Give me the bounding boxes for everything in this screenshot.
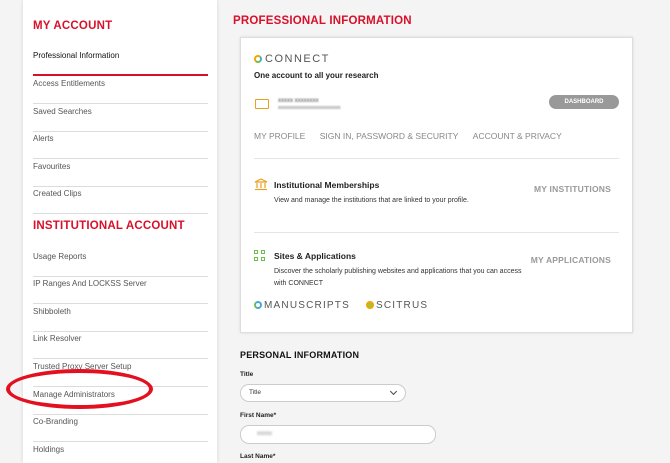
sidebar-item-link-resolver[interactable]: Link Resolver: [33, 332, 208, 359]
sidebar-item-access-entitlements[interactable]: Access Entitlements: [33, 77, 208, 104]
connect-tagline: One account to all your research: [254, 71, 379, 80]
my-applications-link[interactable]: MY APPLICATIONS: [531, 255, 611, 265]
sidebar-item-professional-information[interactable]: Professional Information: [33, 49, 208, 76]
sidebar-item-usage-reports[interactable]: Usage Reports: [33, 250, 208, 277]
profile-tabs: MY PROFILE SIGN IN, PASSWORD & SECURITY …: [254, 131, 574, 141]
my-institutions-link[interactable]: MY INSTITUTIONS: [534, 184, 611, 194]
institutional-account-heading: INSTITUTIONAL ACCOUNT: [33, 220, 185, 232]
sidebar-item-shibboleth[interactable]: Shibboleth: [33, 305, 208, 332]
page-title: PROFESSIONAL INFORMATION: [233, 15, 412, 27]
manuscripts-icon: [254, 301, 262, 309]
id-card-icon: [255, 99, 269, 109]
sidebar-item-saved-searches[interactable]: Saved Searches: [33, 105, 208, 132]
last-name-label: Last Name*: [240, 453, 276, 460]
sites-desc: Discover the scholarly publishing websit…: [274, 268, 522, 287]
scitrus-logo[interactable]: SCITRUS: [365, 300, 428, 311]
personal-info-heading: PERSONAL INFORMATION: [240, 350, 360, 360]
scitrus-icon: [365, 301, 374, 309]
connect-card: CONNECT One account to all your research…: [240, 37, 633, 333]
sidebar-item-co-branding[interactable]: Co-Branding: [33, 415, 208, 442]
first-name-redacted: xxxxx: [257, 431, 272, 437]
divider: [254, 232, 619, 233]
apps-grid-icon: [254, 250, 266, 262]
sites-title: Sites & Applications: [274, 251, 356, 261]
user-name-redacted: xxxxx xxxxxxxx: [278, 98, 319, 104]
tab-sign-in-security[interactable]: SIGN IN, PASSWORD & SECURITY: [320, 131, 459, 141]
first-name-label: First Name*: [240, 412, 277, 419]
memberships-title: Institutional Memberships: [274, 180, 380, 190]
page: MY ACCOUNT Professional Information Acce…: [0, 0, 670, 463]
sidebar-item-alerts[interactable]: Alerts: [33, 132, 208, 159]
title-select[interactable]: Title: [240, 384, 406, 402]
memberships-desc: View and manage the institutions that ar…: [274, 197, 469, 204]
institution-icon: [254, 178, 268, 191]
connect-logo-icon: [254, 55, 262, 63]
connect-logo-text: CONNECT: [265, 53, 330, 65]
sidebar-item-created-clips[interactable]: Created Clips: [33, 187, 208, 214]
sidebar-item-favourites[interactable]: Favourites: [33, 160, 208, 187]
first-name-input[interactable]: xxxxx: [240, 425, 436, 444]
sidebar-item-ip-ranges[interactable]: IP Ranges And LOCKSS Server: [33, 277, 208, 304]
divider: [254, 158, 619, 159]
title-select-value: Title: [249, 389, 262, 396]
tab-my-profile[interactable]: MY PROFILE: [254, 131, 305, 141]
my-account-heading: MY ACCOUNT: [33, 20, 113, 32]
title-label: Title: [240, 371, 254, 378]
tab-account-privacy[interactable]: ACCOUNT & PRIVACY: [473, 131, 562, 141]
app-logos: MANUSCRIPTS SCITRUS: [254, 300, 440, 311]
user-email-redacted: xxxxxxxxxxxxxxxxxxxxxxxxx: [278, 105, 341, 111]
chevron-down-icon: [389, 387, 398, 396]
dashboard-button[interactable]: DASHBOARD: [549, 95, 619, 109]
manuscripts-logo[interactable]: MANUSCRIPTS: [254, 300, 350, 311]
sidebar-item-holdings[interactable]: Holdings: [33, 443, 208, 463]
connect-logo: CONNECT: [254, 53, 330, 65]
highlight-ellipse: [6, 369, 153, 409]
